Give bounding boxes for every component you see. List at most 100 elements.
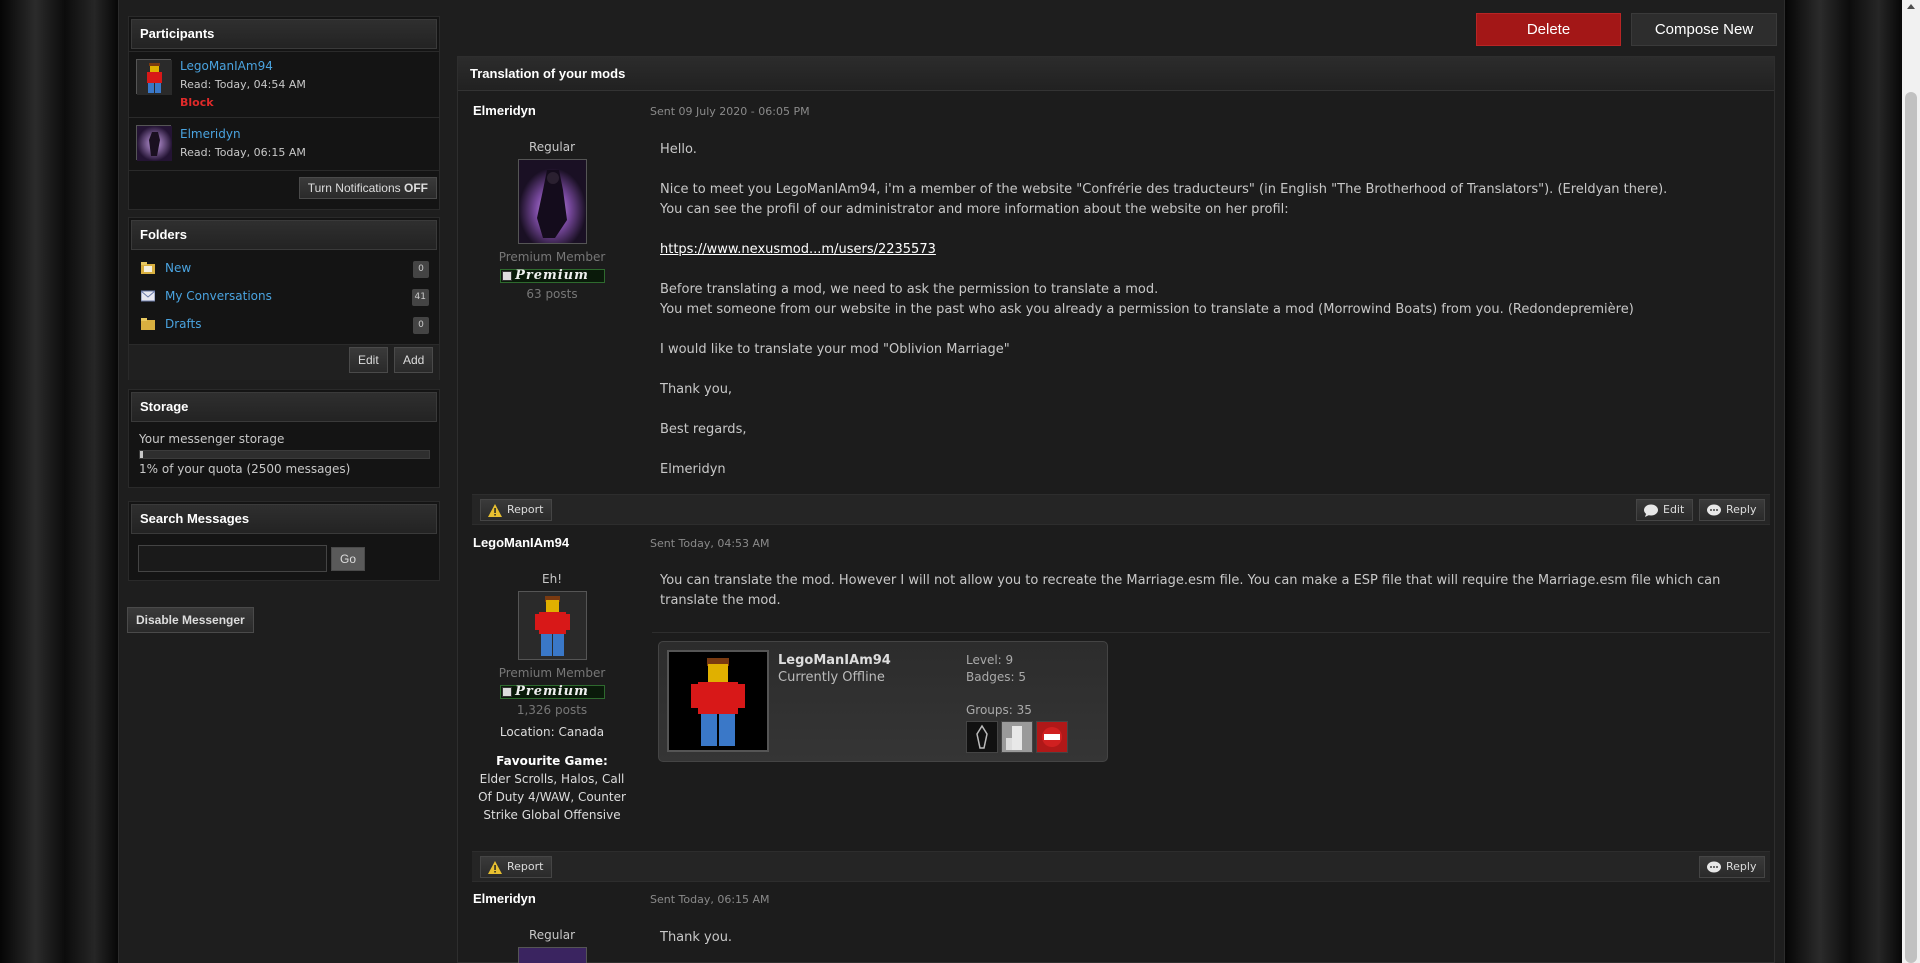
folder-item-new[interactable]: New 0 — [139, 259, 431, 279]
author-info: Eh! Premium Member Premium 1,326 posts L… — [472, 572, 632, 824]
author-avatar[interactable] — [517, 591, 587, 660]
signature-name[interactable]: LegoManIAm94 — [778, 653, 891, 668]
delete-button[interactable]: Delete — [1476, 13, 1621, 46]
search-go-button[interactable]: Go — [331, 547, 366, 571]
folder-item-drafts[interactable]: Drafts 0 — [139, 315, 431, 335]
participant-name[interactable]: Elmeridyn — [180, 127, 241, 141]
notifications-state: OFF — [404, 181, 428, 195]
folder-item-my-conversations[interactable]: My Conversations 41 — [139, 287, 431, 307]
folder-count: 0 — [413, 261, 429, 278]
participant-avatar[interactable] — [136, 125, 172, 161]
reply-label: Reply — [1726, 503, 1757, 516]
message-line: Elmeridyn — [660, 462, 726, 477]
envelope-icon — [141, 290, 155, 302]
message-line — [660, 400, 1667, 420]
signature-badges: Badges: 5 — [966, 670, 1026, 684]
message-date: Sent 09 July 2020 - 06:05 PM — [650, 105, 810, 118]
lego-avatar-icon — [691, 658, 745, 746]
message-body: Hello. Nice to meet you LegoManIAm94, i'… — [660, 140, 1667, 480]
participant-read-time: Read: Today, 04:54 AM — [180, 78, 306, 91]
storage-usage-text: 1% of your quota (2500 messages) — [139, 462, 351, 476]
warrior-avatar-icon — [518, 160, 586, 243]
premium-badge-label: Premium — [515, 268, 589, 283]
message-date: Sent Today, 04:53 AM — [650, 537, 770, 550]
message-author[interactable]: LegoManIAm94 — [473, 535, 569, 550]
message-line: Best regards, — [660, 422, 747, 437]
participants-panel: Participants LegoManIAm94 Read: Today, 0… — [128, 16, 440, 210]
author-info: Regular — [472, 928, 632, 963]
premium-badge: Premium — [499, 685, 605, 699]
folders-title: Folders — [131, 220, 437, 250]
report-button[interactable]: Report — [480, 856, 553, 878]
reply-button[interactable]: Reply — [1699, 856, 1766, 878]
lego-avatar-icon — [534, 596, 570, 656]
user-post-count: 63 posts — [526, 287, 578, 301]
participant-avatar[interactable] — [136, 59, 172, 95]
message-line — [660, 260, 1667, 280]
report-button[interactable]: Report — [480, 499, 553, 521]
profile-link[interactable]: https://www.nexusmod...m/users/2235573 — [660, 242, 936, 257]
drafts-folder-icon — [141, 318, 155, 330]
user-location: Location: Canada — [499, 725, 605, 739]
signature-avatar[interactable] — [667, 650, 769, 752]
search-input[interactable] — [138, 545, 327, 572]
edit-label: Edit — [1663, 503, 1685, 516]
storage-title: Storage — [131, 392, 437, 422]
user-title: Regular — [528, 928, 576, 942]
signature-divider — [652, 632, 1770, 633]
message-line — [660, 440, 1667, 460]
participant-name[interactable]: LegoManIAm94 — [180, 59, 273, 73]
signature-groups: Groups: 35 — [966, 703, 1032, 717]
scrollbar[interactable] — [1902, 0, 1920, 963]
warning-icon — [488, 861, 502, 874]
background-left — [0, 0, 118, 963]
reply-bubble-icon — [1707, 861, 1721, 873]
message-author[interactable]: Elmeridyn — [473, 103, 536, 118]
message-line — [660, 320, 1667, 340]
folder-label: My Conversations — [165, 289, 272, 303]
message-date: Sent Today, 06:15 AM — [650, 893, 770, 906]
folder-count: 41 — [411, 289, 429, 306]
reply-button[interactable]: Reply — [1699, 499, 1766, 521]
author-avatar[interactable] — [517, 159, 587, 244]
background-right — [1785, 0, 1902, 963]
message: Elmeridyn Sent 09 July 2020 - 06:05 PM R… — [472, 100, 1770, 528]
participant-item: Elmeridyn Read: Today, 06:15 AM — [129, 118, 439, 171]
warrior-avatar-icon — [518, 948, 586, 963]
scroll-up-arrow-icon[interactable] — [1907, 4, 1915, 9]
message-author[interactable]: Elmeridyn — [473, 891, 536, 906]
report-label: Report — [507, 860, 544, 873]
reply-bubble-icon — [1707, 504, 1721, 516]
disable-messenger-button[interactable]: Disable Messenger — [127, 607, 254, 633]
group-red-badge-icon[interactable] — [1036, 721, 1068, 753]
author-avatar[interactable] — [517, 947, 587, 963]
message-body: You can translate the mod. However I wil… — [660, 573, 1721, 608]
message-line — [660, 360, 1667, 380]
favourite-game-label: Favourite Game: — [496, 754, 608, 768]
premium-flag-icon — [501, 687, 512, 697]
edit-folders-button[interactable]: Edit — [349, 347, 388, 373]
edit-bubble-icon — [1644, 504, 1658, 517]
scrollbar-thumb[interactable] — [1905, 92, 1917, 963]
notifications-label: Turn Notifications — [307, 181, 401, 195]
message-line: Thank you, — [660, 382, 733, 397]
user-rank: Premium Member — [498, 666, 606, 680]
group-skyrim-icon[interactable] — [966, 721, 998, 753]
message: Elmeridyn Sent Today, 06:15 AM Regular T… — [472, 891, 1770, 963]
favourite-game-value: Elder Scrolls, Halos, Call Of Duty 4/WAW… — [478, 772, 626, 822]
message-actions: Report Reply — [472, 851, 1770, 882]
block-link[interactable]: Block — [180, 96, 214, 109]
signature-status: Currently Offline — [778, 670, 885, 685]
turn-notifications-button[interactable]: Turn Notifications OFF — [298, 177, 437, 199]
storage-panel: Storage Your messenger storage 1% of you… — [128, 389, 440, 488]
storage-progress-fill — [140, 451, 143, 458]
lego-avatar-icon — [137, 60, 172, 95]
participants-title: Participants — [131, 19, 437, 49]
compose-new-button[interactable]: Compose New — [1631, 13, 1777, 46]
edit-message-button[interactable]: Edit — [1636, 499, 1694, 521]
warrior-avatar-icon — [137, 126, 172, 161]
group-tower-icon[interactable] — [1001, 721, 1033, 753]
message-actions: Report Edit Reply — [472, 494, 1770, 525]
add-folder-button[interactable]: Add — [394, 347, 434, 373]
user-signature-card: LegoManIAm94 Currently Offline Level: 9 … — [658, 641, 1108, 762]
